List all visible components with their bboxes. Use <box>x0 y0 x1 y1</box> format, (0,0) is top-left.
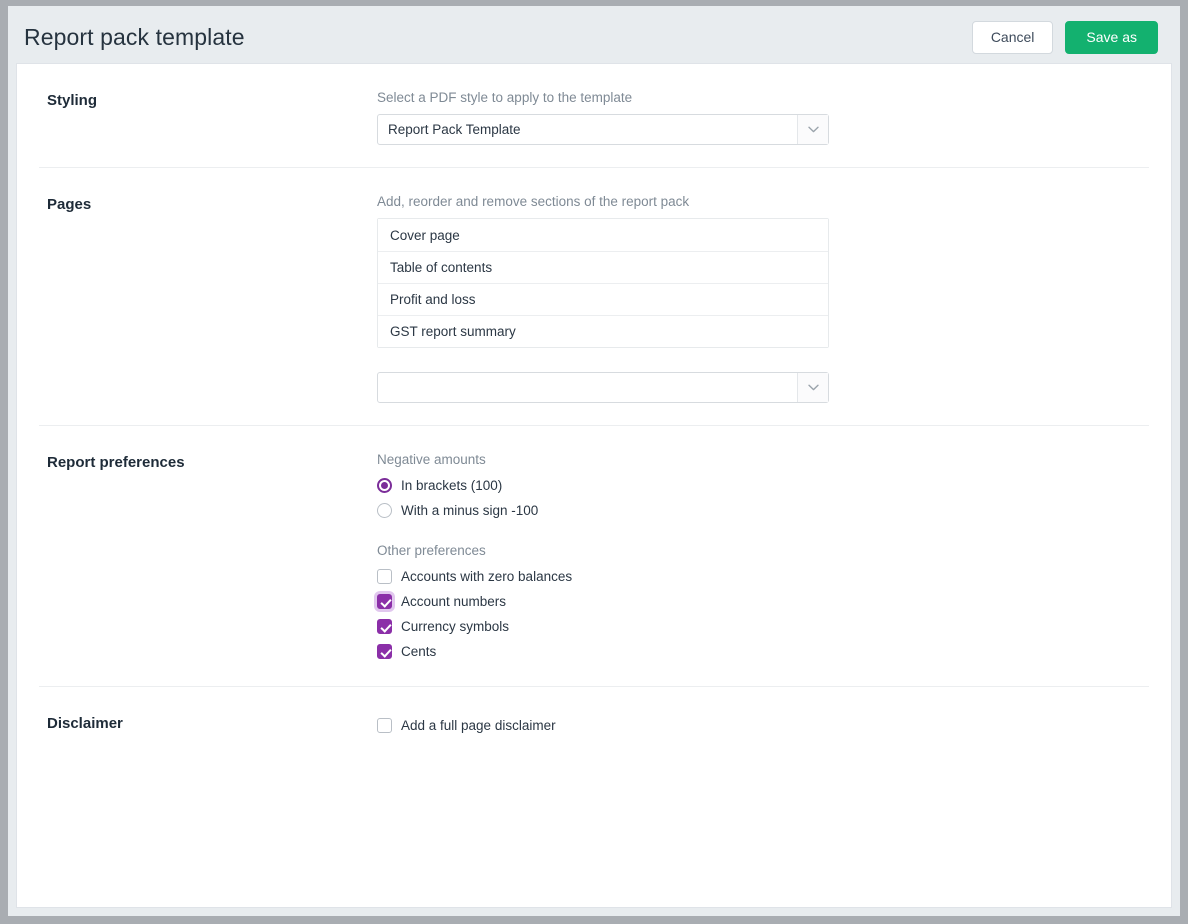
chevron-down-icon[interactable] <box>797 115 828 144</box>
radio-in-brackets[interactable]: In brackets (100) <box>377 473 1149 498</box>
window: Report pack template Cancel Save as Styl… <box>8 6 1180 916</box>
section-title-disclaimer: Disclaimer <box>47 715 123 732</box>
add-page-select-value <box>378 373 797 402</box>
header-actions: Cancel Save as <box>971 20 1158 54</box>
chevron-down-icon[interactable] <box>797 373 828 402</box>
pages-label: Add, reorder and remove sections of the … <box>377 194 690 209</box>
add-page-select[interactable] <box>377 372 829 403</box>
checkbox-account-numbers[interactable]: Account numbers <box>377 589 1149 614</box>
checkbox-icon-unchecked[interactable] <box>377 569 392 584</box>
section-title-styling: Styling <box>47 92 98 109</box>
card-inner: Styling Select a PDF style to apply to t… <box>17 64 1171 760</box>
checkbox-label: Cents <box>401 644 437 659</box>
pdf-style-select[interactable]: Report Pack Template <box>377 114 829 145</box>
list-item[interactable]: GST report summary <box>378 315 828 347</box>
pages-list: Cover page Table of contents Profit and … <box>377 218 829 348</box>
section-title-report-preferences: Report preferences <box>47 454 185 471</box>
checkbox-icon-checked[interactable] <box>377 594 392 609</box>
radio-label: With a minus sign -100 <box>401 503 539 518</box>
save-as-button[interactable]: Save as <box>1065 20 1158 54</box>
pdf-style-label: Select a PDF style to apply to the templ… <box>377 90 633 105</box>
checkbox-currency-symbols[interactable]: Currency symbols <box>377 614 1149 639</box>
radio-minus-sign[interactable]: With a minus sign -100 <box>377 498 1149 523</box>
cancel-button[interactable]: Cancel <box>971 20 1054 54</box>
list-item[interactable]: Cover page <box>378 219 828 251</box>
checkbox-label: Add a full page disclaimer <box>401 718 556 733</box>
negative-amounts-group: Negative amounts In brackets (100) With … <box>377 452 1149 523</box>
section-body-pages: Add, reorder and remove sections of the … <box>377 194 1149 403</box>
radio-label: In brackets (100) <box>401 478 503 493</box>
section-pages: Pages Add, reorder and remove sections o… <box>39 167 1149 425</box>
checkbox-accounts-with-zero-balances[interactable]: Accounts with zero balances <box>377 564 1149 589</box>
section-body-report-preferences: Negative amounts In brackets (100) With … <box>377 452 1149 664</box>
checkbox-icon-unchecked[interactable] <box>377 718 392 733</box>
section-disclaimer: Disclaimer Add a full page disclaimer <box>39 686 1149 760</box>
content-card: Styling Select a PDF style to apply to t… <box>16 63 1172 908</box>
page-header: Report pack template Cancel Save as <box>8 6 1180 68</box>
checkbox-icon-checked[interactable] <box>377 644 392 659</box>
section-body-styling: Select a PDF style to apply to the templ… <box>377 90 1149 145</box>
checkbox-label: Accounts with zero balances <box>401 569 573 584</box>
negative-amounts-heading: Negative amounts <box>377 452 486 467</box>
other-preferences-group: Other preferences Accounts with zero bal… <box>377 543 1149 664</box>
section-report-preferences: Report preferences Negative amounts In b… <box>39 425 1149 686</box>
checkbox-label: Account numbers <box>401 594 507 609</box>
other-preferences-heading: Other preferences <box>377 543 486 558</box>
pdf-style-select-value: Report Pack Template <box>388 122 521 137</box>
page-title: Report pack template <box>24 23 245 50</box>
checkbox-add-full-page-disclaimer[interactable]: Add a full page disclaimer <box>377 713 1149 738</box>
checkbox-label: Currency symbols <box>401 619 510 634</box>
section-body-disclaimer: Add a full page disclaimer <box>377 713 1149 738</box>
radio-icon-selected[interactable] <box>377 478 392 493</box>
radio-icon-unselected[interactable] <box>377 503 392 518</box>
section-styling: Styling Select a PDF style to apply to t… <box>39 64 1149 167</box>
section-title-pages: Pages <box>47 196 92 213</box>
app-frame: Report pack template Cancel Save as Styl… <box>0 0 1188 924</box>
list-item[interactable]: Profit and loss <box>378 283 828 315</box>
list-item[interactable]: Table of contents <box>378 251 828 283</box>
checkbox-icon-checked[interactable] <box>377 619 392 634</box>
checkbox-cents[interactable]: Cents <box>377 639 1149 664</box>
